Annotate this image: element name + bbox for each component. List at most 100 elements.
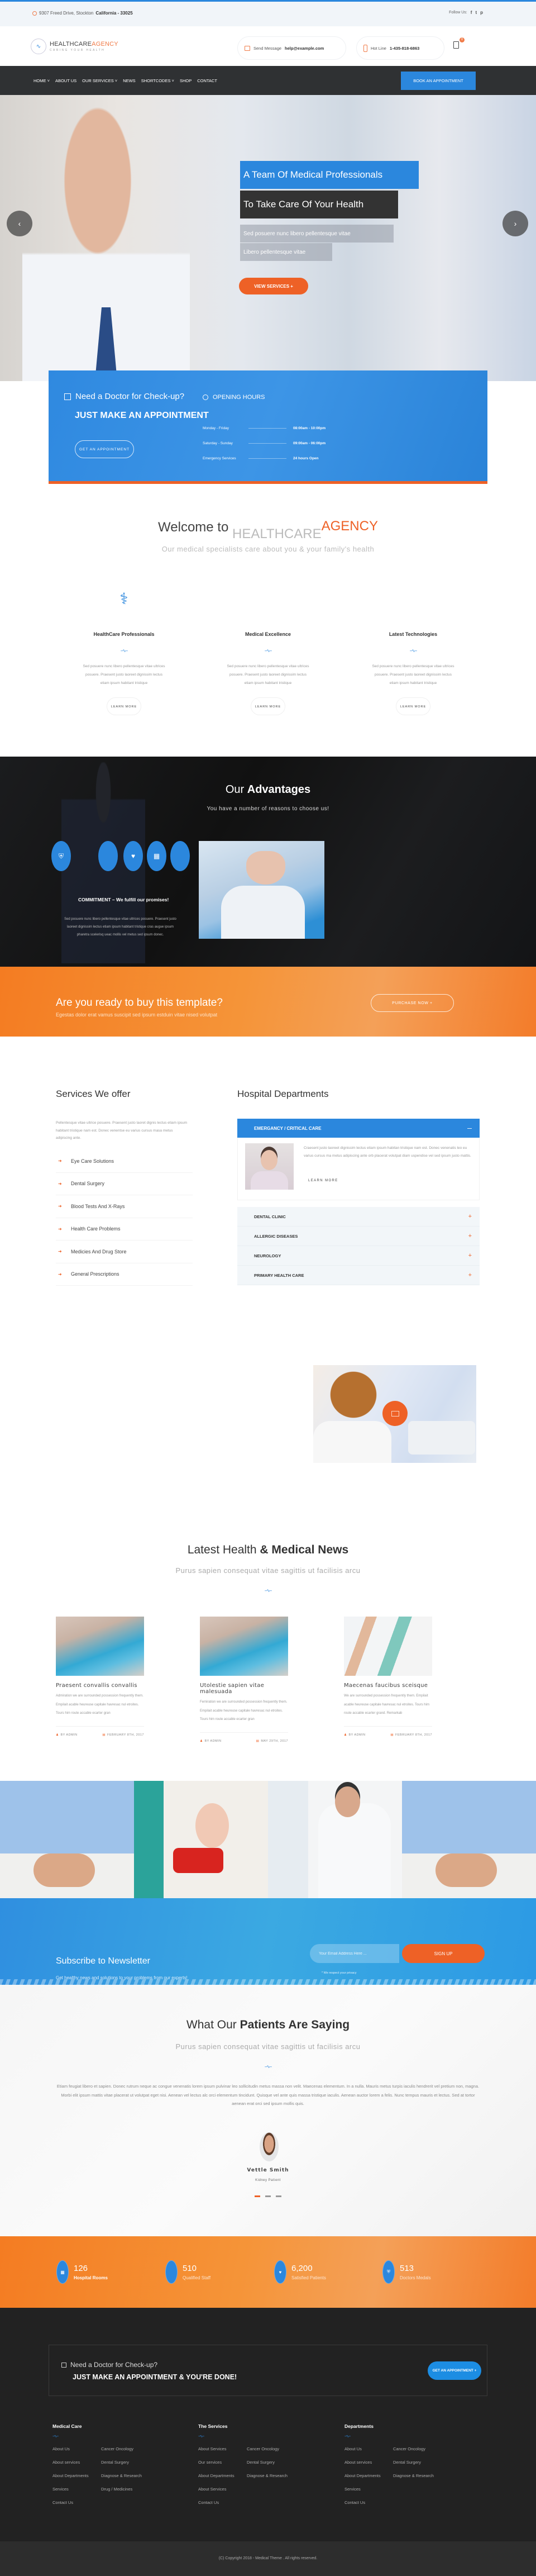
advantage-tab-icon[interactable] [98, 841, 118, 871]
gallery-image-doctor-tablet[interactable] [268, 1781, 402, 1898]
learn-more-button[interactable]: LEARN MORE [107, 697, 141, 715]
service-item[interactable]: ➜ Dental Surgery [56, 1173, 193, 1195]
footer-link[interactable]: About Services [198, 2487, 247, 2500]
footer-link[interactable]: About services [344, 2460, 393, 2473]
pinterest-icon[interactable]: p [480, 10, 483, 15]
view-services-button[interactable]: VIEW SERVICES + [239, 278, 308, 294]
cta-title: Are you ready to buy this template? [56, 997, 223, 1009]
plus-icon[interactable]: + [468, 1272, 472, 1279]
sign-up-button[interactable]: SIGN UP [402, 1944, 485, 1963]
footer-link[interactable]: About services [52, 2460, 101, 2473]
hospital-building-icon[interactable]: ▦ [147, 841, 166, 871]
footer-link[interactable]: About Departments [52, 2473, 101, 2487]
heart-pulse-icon[interactable]: ♥ [123, 841, 143, 871]
shield-icon[interactable]: ⛨ [51, 841, 71, 871]
news-author[interactable]: BY ADMIN [348, 1733, 365, 1737]
learn-more-button[interactable]: LEARN MORE [251, 697, 285, 715]
news-title-link[interactable]: Utolestie sapien vitae malesuada [200, 1683, 288, 1695]
message-email[interactable]: help@example.com [285, 46, 324, 51]
advantage-tab-icon[interactable] [170, 841, 190, 871]
slide-dot-1[interactable] [255, 2195, 260, 2197]
advantages-title: Our Advantages [0, 783, 536, 796]
accordion-header-primary[interactable]: PRIMARY HEALTH CARE + [237, 1266, 480, 1285]
footer-link[interactable]: Services [52, 2487, 101, 2500]
footer-link[interactable]: About Departments [198, 2473, 247, 2487]
footer-link[interactable]: Contact Us [52, 2500, 101, 2513]
service-item[interactable]: ➜ Blood Tests And X-Rays [56, 1195, 193, 1218]
newsletter-email-input[interactable] [310, 1944, 399, 1963]
news-date: FEBRUARY 8TH, 2017 [107, 1733, 144, 1737]
plus-icon[interactable]: + [468, 1213, 472, 1220]
footer-link[interactable]: Contact Us [344, 2500, 393, 2513]
gallery-image-doctor-hands[interactable] [402, 1781, 536, 1898]
title-light: Latest Health [187, 1543, 257, 1556]
news-title-link[interactable]: Praesent convallis convallis [56, 1683, 144, 1689]
get-appointment-button[interactable]: GET AN APPOINTMENT [75, 440, 134, 458]
footer-link[interactable]: Drug / Medicines [101, 2487, 150, 2500]
service-item[interactable]: ➜ Medicies And Drug Store [56, 1241, 193, 1263]
footer-link[interactable]: About Services [198, 2446, 247, 2460]
nav-shortcodes[interactable]: SHORTCODES ˅ [141, 78, 174, 83]
learn-more-button[interactable]: LEARN MORE [396, 697, 430, 715]
video-thumbnail[interactable] [313, 1365, 476, 1463]
footer-link[interactable]: About Us [52, 2446, 101, 2460]
service-item[interactable]: ➜ Health Care Problems [56, 1218, 193, 1241]
accordion-header-neurology[interactable]: NEUROLOGY + [237, 1246, 480, 1266]
footer-link[interactable]: Diagnose & Research [101, 2473, 150, 2487]
nav-news[interactable]: NEWS [123, 78, 136, 83]
footer-link[interactable]: Cancer Oncology [393, 2446, 442, 2460]
footer-link[interactable]: Services [344, 2487, 393, 2500]
plus-icon[interactable]: + [468, 1252, 472, 1259]
accordion-header-allergic[interactable]: ALLERGIC DISEASES + [237, 1227, 480, 1246]
news-image[interactable] [344, 1617, 432, 1676]
news-author[interactable]: BY ADMIN [60, 1733, 77, 1737]
learn-more-link[interactable]: LEARN MORE [308, 1179, 338, 1182]
twitter-icon[interactable]: t [475, 10, 477, 15]
nav-shop[interactable]: SHOP [180, 78, 192, 83]
site-logo[interactable]: ∿ HEALTHCAREAGENCY CARING YOUR HEALTH [31, 39, 118, 54]
slide-dot-2[interactable] [265, 2195, 271, 2197]
nav-home[interactable]: HOME ˅ [34, 78, 50, 83]
news-author[interactable]: BY ADMIN [204, 1739, 221, 1743]
facebook-icon[interactable]: f [471, 10, 472, 15]
plus-icon[interactable]: + [468, 1233, 472, 1239]
footer-link[interactable]: Cancer Oncology [247, 2446, 295, 2460]
nav-contact[interactable]: CONTACT [197, 78, 217, 83]
news-excerpt: Femiration we are surrounded possession … [200, 1700, 288, 1721]
footer-link[interactable]: Dental Surgery [101, 2460, 150, 2473]
footer-link[interactable]: Our services [198, 2460, 247, 2473]
slide-dot-3[interactable] [276, 2195, 281, 2197]
footer-link[interactable]: Contact Us [198, 2500, 247, 2513]
accordion-header-emergency[interactable]: EMERGANCY / CRITICAL CARE — [237, 1119, 480, 1138]
footer-get-appointment-button[interactable]: GET AN APPOINTMENT + [428, 2361, 481, 2380]
nav-about-us[interactable]: ABOUT US [55, 78, 76, 83]
send-message-contact[interactable]: Send Message help@example.com [237, 36, 346, 60]
book-appointment-button[interactable]: BOOK AN APPOINTMENT [401, 72, 476, 90]
video-camera-play-icon[interactable] [382, 1401, 408, 1426]
footer-link[interactable]: About Departments [344, 2473, 393, 2487]
hotline-contact[interactable]: Hot Line 1-435-818-6863 [356, 36, 444, 60]
service-item[interactable]: ➜ Eye Care Solutions [56, 1150, 193, 1173]
footer-link[interactable]: Dental Surgery [247, 2460, 295, 2473]
news-title-link[interactable]: Maecenas faucibus sceisque [344, 1683, 432, 1689]
shopping-bag-icon[interactable] [453, 41, 459, 49]
gallery-image-child-patient[interactable] [134, 1781, 268, 1898]
heartbeat-divider-icon: --∿-- [264, 648, 272, 653]
footer-link[interactable]: Diagnose & Research [393, 2473, 442, 2487]
footer-link[interactable]: Diagnose & Research [247, 2473, 295, 2487]
collapse-icon[interactable]: — [467, 1126, 472, 1131]
footer-link[interactable]: Dental Surgery [393, 2460, 442, 2473]
service-item[interactable]: ➜ General Prescriptions [56, 1263, 193, 1286]
accordion-header-dental[interactable]: DENTAL CLINIC + [237, 1207, 480, 1227]
purchase-now-button[interactable]: PURCHASE NOW + [371, 994, 454, 1012]
feature-text: Sed posuere nunc libero pellentesque vit… [227, 664, 309, 685]
news-image[interactable] [56, 1617, 144, 1676]
slider-prev-arrow-icon[interactable]: ‹ [7, 211, 32, 236]
footer-link[interactable]: Cancer Oncology [101, 2446, 150, 2460]
hotline-number[interactable]: 1-435-818-6863 [390, 46, 419, 51]
nav-our-services[interactable]: OUR SERVICES ˅ [82, 78, 117, 83]
footer-link[interactable]: About Us [344, 2446, 393, 2460]
news-image[interactable] [200, 1617, 288, 1676]
slider-next-arrow-icon[interactable]: › [502, 211, 528, 236]
gallery-image-doctor-hands[interactable] [0, 1781, 134, 1898]
